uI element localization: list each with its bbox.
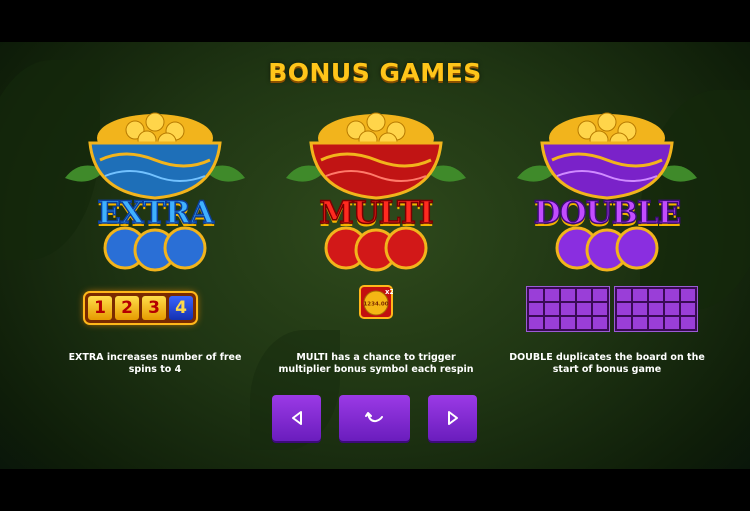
multiplier-coin-icon: x2 1234.00 [359, 285, 393, 319]
bonus-word-multi: MULTI [319, 194, 435, 232]
reel-board [526, 286, 610, 332]
bonus-word-double: DOUBLE [533, 194, 682, 232]
page-title: BONUS GAMES [268, 58, 482, 87]
paytable-screen: BONUS GAMES EXTRA 1 2 3 4 EXTRA increase… [0, 0, 750, 511]
bonus-multi: MULTI [276, 98, 476, 358]
letterbox-top [0, 0, 750, 42]
back-to-game-button[interactable] [339, 395, 410, 441]
spin-digit: 4 [169, 296, 193, 320]
multi-pot-icon [286, 112, 466, 272]
multiplier-value: 1234.00 [363, 302, 388, 308]
prev-page-button[interactable] [272, 395, 321, 441]
reel-board [614, 286, 698, 332]
triangle-left-icon [291, 411, 302, 425]
triangle-right-icon [447, 411, 458, 425]
extra-spins-counter: 1 2 3 4 [85, 293, 196, 323]
return-arrow-icon [364, 412, 383, 423]
double-board-preview [526, 286, 698, 332]
spin-digit: 2 [115, 296, 139, 320]
spin-digit: 1 [88, 296, 112, 320]
multiplier-badge: x2 [385, 288, 393, 296]
double-pot-icon [517, 112, 697, 272]
bonus-double-description: DOUBLE duplicates the board on the start… [509, 352, 705, 375]
next-page-button[interactable] [428, 395, 477, 441]
bonus-word-extra: EXTRA [96, 194, 214, 232]
extra-pot-icon [65, 112, 245, 272]
bonus-multi-description: MULTI has a chance to trigger multiplier… [278, 352, 474, 375]
letterbox-bottom [0, 469, 750, 511]
spin-digit: 3 [142, 296, 166, 320]
bonus-extra-description: EXTRA increases number of free spins to … [68, 352, 242, 375]
